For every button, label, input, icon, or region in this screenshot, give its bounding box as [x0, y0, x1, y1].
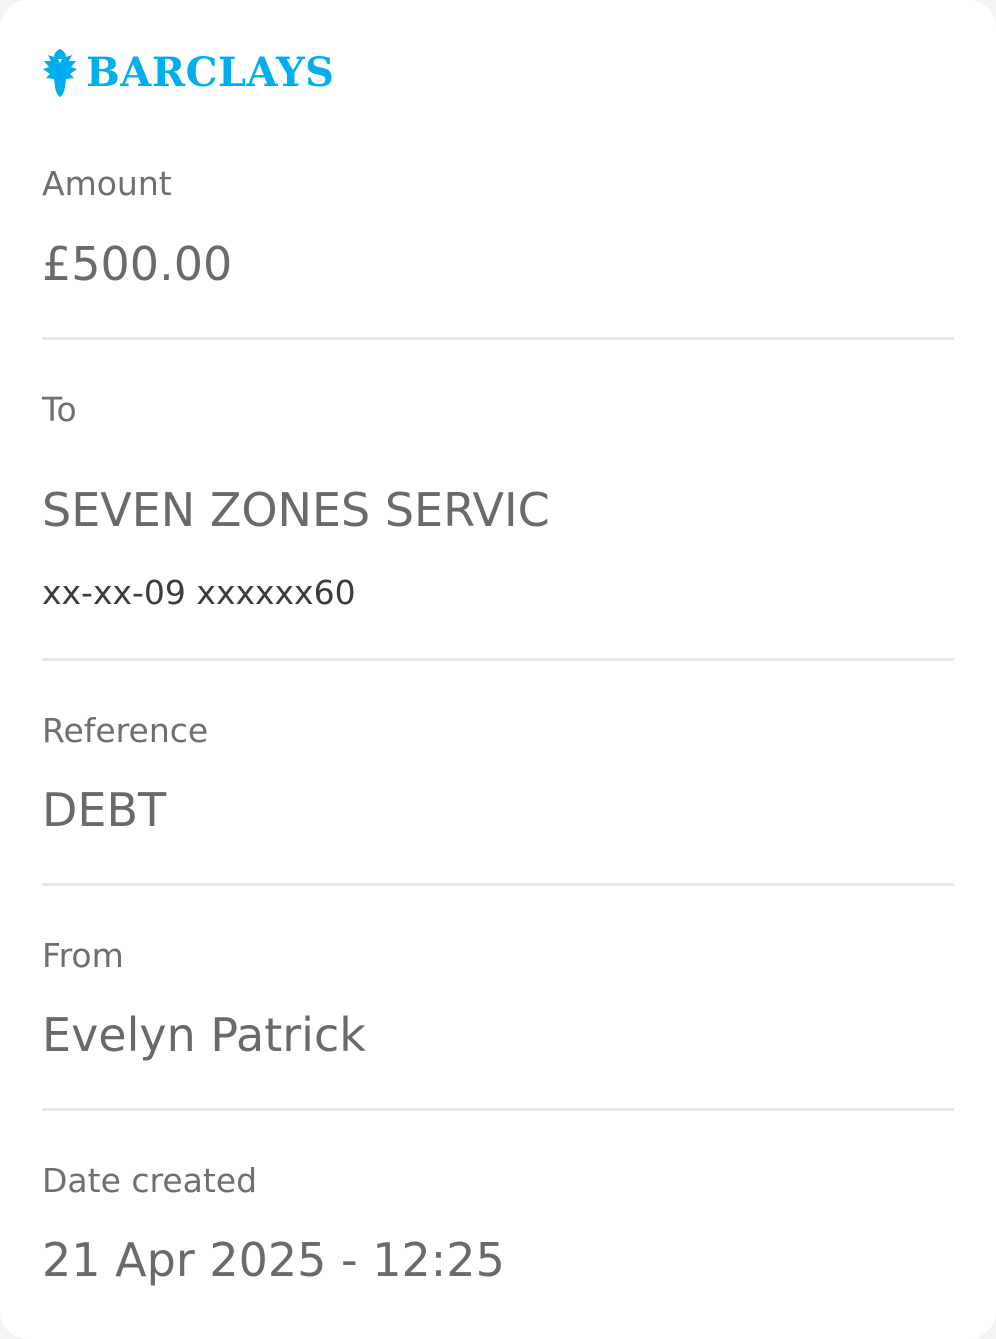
- divider: [42, 658, 954, 661]
- divider: [42, 1108, 954, 1111]
- amount-label: Amount: [42, 164, 172, 203]
- from-value: Evelyn Patrick: [42, 1008, 366, 1062]
- divider: [42, 337, 954, 340]
- brand-name: BARCLAYS: [86, 49, 335, 96]
- date-created-value: 21 Apr 2025 - 12:25: [42, 1233, 505, 1287]
- date-created-label: Date created: [42, 1161, 258, 1200]
- to-label: To: [42, 390, 77, 429]
- payee-account-number: xx-xx-09 xxxxxx60: [42, 573, 356, 612]
- payee-name: SEVEN ZONES SERVIC: [42, 483, 550, 537]
- reference-value: DEBT: [42, 783, 167, 837]
- barclays-logo: BARCLAYS: [42, 46, 335, 100]
- divider: [42, 883, 954, 886]
- eagle-icon: [42, 47, 78, 99]
- amount-value: £500.00: [42, 237, 233, 291]
- payment-details-card: BARCLAYS Amount £500.00 To SEVEN ZONES S…: [0, 0, 996, 1339]
- reference-label: Reference: [42, 711, 209, 750]
- from-label: From: [42, 936, 124, 975]
